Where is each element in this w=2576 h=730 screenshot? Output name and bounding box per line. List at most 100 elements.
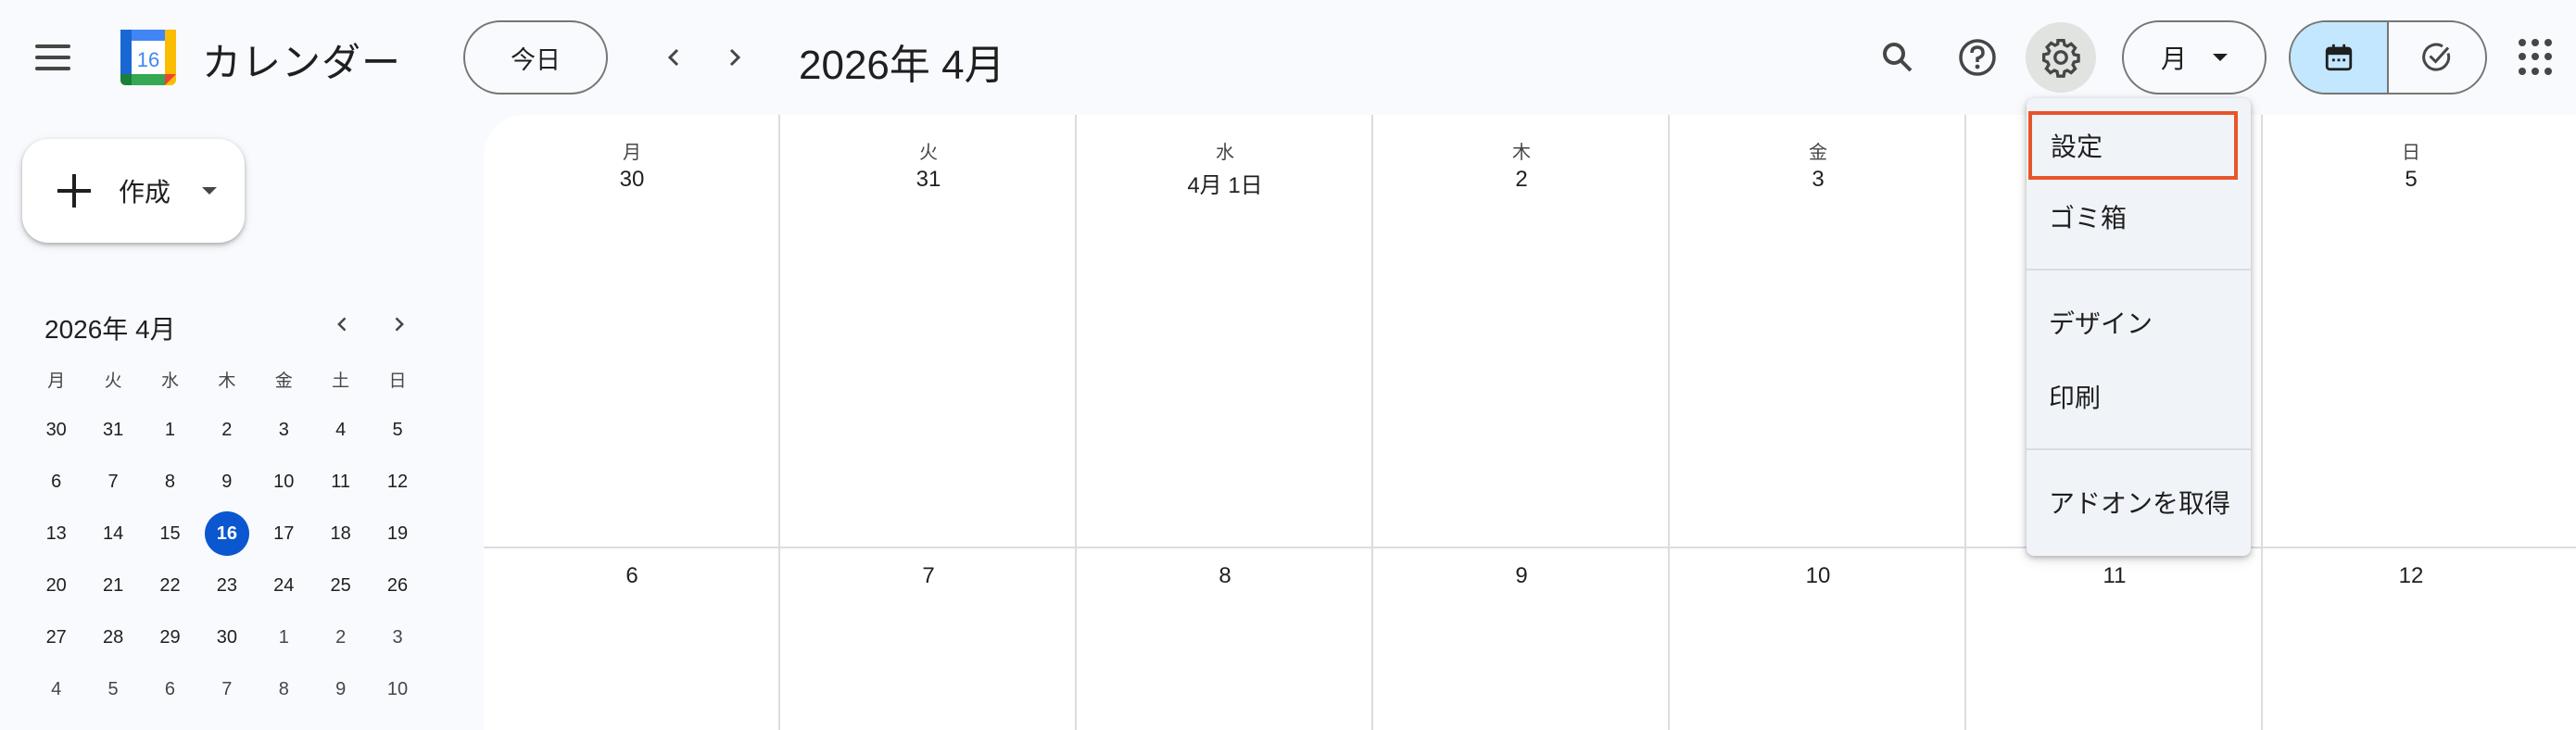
- mini-day[interactable]: 10: [256, 459, 312, 504]
- mini-day[interactable]: 13: [28, 511, 84, 556]
- mini-day[interactable]: 29: [142, 615, 198, 660]
- day-number[interactable]: 2: [1373, 167, 1670, 193]
- mini-day[interactable]: 11: [312, 459, 369, 504]
- mini-day[interactable]: 24: [256, 563, 312, 608]
- mini-day-other-month[interactable]: 10: [369, 667, 425, 711]
- settings-dropdown-menu: 設定 ゴミ箱 デザイン 印刷 アドオンを取得: [2027, 98, 2251, 556]
- mini-day[interactable]: 31: [84, 408, 141, 452]
- day-cell[interactable]: 日5: [2263, 115, 2559, 193]
- today-button[interactable]: 今日: [463, 20, 608, 94]
- mini-day[interactable]: 9: [198, 459, 255, 504]
- day-of-week: 金: [1809, 143, 1827, 163]
- day-number[interactable]: 8: [1077, 563, 1373, 589]
- create-button[interactable]: 作成: [22, 139, 245, 243]
- mini-day-other-month[interactable]: 7: [198, 667, 255, 711]
- app-title: カレンダー: [202, 41, 402, 84]
- mini-day[interactable]: 12: [369, 459, 425, 504]
- month-grid: 月30 火31 水4月 1日 木2 金3 土4 日5 6 7 8 9 10 11…: [484, 115, 2576, 730]
- mini-calendar-title: 2026年 4月: [44, 315, 176, 344]
- mini-day[interactable]: 25: [312, 563, 369, 608]
- mini-day[interactable]: 27: [28, 615, 84, 660]
- view-selector[interactable]: 月: [2122, 20, 2267, 94]
- mini-day[interactable]: 4: [312, 408, 369, 452]
- mini-day[interactable]: 6: [28, 459, 84, 504]
- calendar-view-toggle[interactable]: [2291, 22, 2389, 93]
- day-cell[interactable]: 火 31: [780, 115, 1077, 193]
- menu-item-print[interactable]: 印刷: [2027, 359, 2251, 434]
- mini-day-today[interactable]: 16: [198, 511, 255, 556]
- help-button[interactable]: [1950, 30, 2005, 85]
- current-period-title: 2026年 4月: [799, 43, 1005, 88]
- mini-day[interactable]: 3: [256, 408, 312, 452]
- mini-day-other-month[interactable]: 4: [28, 667, 84, 711]
- tasks-view-toggle[interactable]: [2389, 22, 2485, 93]
- mini-day[interactable]: 30: [198, 615, 255, 660]
- menu-divider: [2027, 269, 2251, 271]
- mini-day[interactable]: 23: [198, 563, 255, 608]
- day-number[interactable]: 11: [1966, 563, 2263, 589]
- mini-day[interactable]: 1: [142, 408, 198, 452]
- mini-day[interactable]: 15: [142, 511, 198, 556]
- day-number[interactable]: 10: [1670, 563, 1966, 589]
- view-selector-label: 月: [2160, 44, 2187, 73]
- day-number[interactable]: 12: [2263, 563, 2559, 589]
- day-number[interactable]: 5: [2263, 167, 2559, 193]
- mini-day[interactable]: 8: [142, 459, 198, 504]
- mini-day[interactable]: 19: [369, 511, 425, 556]
- day-of-week: 火: [919, 143, 938, 163]
- calendar-logo-icon: 16: [120, 30, 176, 85]
- mini-dow: 月: [47, 371, 66, 391]
- mini-day[interactable]: 20: [28, 563, 84, 608]
- search-button[interactable]: [1870, 30, 1926, 85]
- mini-day[interactable]: 28: [84, 615, 141, 660]
- mini-day[interactable]: 5: [369, 408, 425, 452]
- mini-day[interactable]: 7: [84, 459, 141, 504]
- calendar-tasks-toggle: [2289, 20, 2487, 94]
- check-circle-icon: [2422, 43, 2451, 71]
- day-number[interactable]: 9: [1373, 563, 1670, 589]
- settings-menu-button[interactable]: [2026, 22, 2096, 93]
- mini-day[interactable]: 30: [28, 408, 84, 452]
- mini-day-other-month[interactable]: 1: [256, 615, 312, 660]
- search-icon: [1883, 43, 1913, 72]
- mini-day-other-month[interactable]: 9: [312, 667, 369, 711]
- next-period-button[interactable]: [713, 37, 754, 78]
- menu-item-trash[interactable]: ゴミ箱: [2027, 180, 2251, 254]
- day-cell[interactable]: 月 30: [484, 115, 780, 193]
- menu-item-design[interactable]: デザイン: [2027, 285, 2251, 359]
- chevron-left-icon: [667, 48, 679, 67]
- menu-item-get-addons[interactable]: アドオンを取得: [2027, 465, 2251, 539]
- mini-day[interactable]: 14: [84, 511, 141, 556]
- day-of-week: 日: [2402, 143, 2420, 163]
- mini-day[interactable]: 2: [198, 408, 255, 452]
- day-cell[interactable]: 金3: [1670, 115, 1966, 193]
- day-cell[interactable]: 水 4月 1日: [1077, 115, 1373, 199]
- previous-period-button[interactable]: [654, 37, 695, 78]
- main-menu-icon[interactable]: [35, 37, 80, 78]
- mini-day-other-month[interactable]: 2: [312, 615, 369, 660]
- mini-day[interactable]: 22: [142, 563, 198, 608]
- mini-dow: 日: [388, 371, 407, 391]
- day-number[interactable]: 7: [780, 563, 1077, 589]
- dropdown-caret-icon: [2213, 54, 2228, 61]
- mini-calendar-prev-button[interactable]: [324, 308, 361, 341]
- apps-grid-icon[interactable]: [2519, 39, 2556, 76]
- day-number[interactable]: 31: [780, 167, 1077, 193]
- mini-day-other-month[interactable]: 3: [369, 615, 425, 660]
- day-number[interactable]: 30: [484, 167, 780, 193]
- mini-day[interactable]: 21: [84, 563, 141, 608]
- menu-item-settings[interactable]: 設定: [2028, 111, 2238, 180]
- mini-day[interactable]: 18: [312, 511, 369, 556]
- day-number[interactable]: 4月 1日: [1077, 167, 1373, 199]
- day-of-week: 月: [623, 143, 641, 163]
- mini-day-other-month[interactable]: 5: [84, 667, 141, 711]
- mini-day[interactable]: 17: [256, 511, 312, 556]
- day-cell[interactable]: 木2: [1373, 115, 1670, 193]
- mini-dow: 木: [218, 371, 236, 391]
- day-number[interactable]: 3: [1670, 167, 1966, 193]
- mini-day[interactable]: 26: [369, 563, 425, 608]
- mini-day-other-month[interactable]: 6: [142, 667, 198, 711]
- mini-day-other-month[interactable]: 8: [256, 667, 312, 711]
- mini-calendar-next-button[interactable]: [380, 308, 417, 341]
- day-number[interactable]: 6: [484, 563, 780, 589]
